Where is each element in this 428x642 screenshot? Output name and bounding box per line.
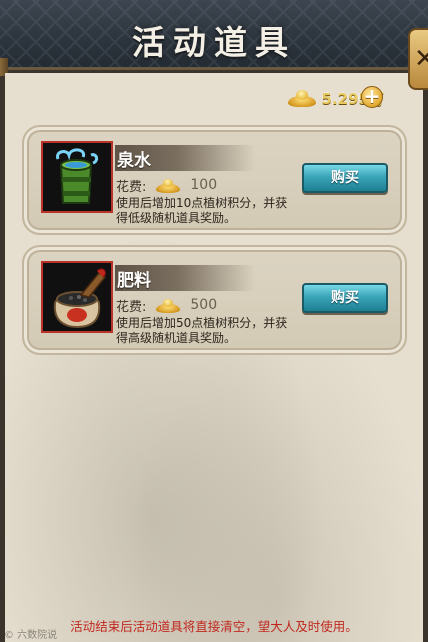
gold-ingot-icon: [156, 178, 181, 193]
cost-label: 花费:: [116, 179, 147, 195]
item-name: 肥料: [117, 271, 151, 291]
gold-ingot-icon: [156, 298, 181, 313]
item-card-spring-water: 泉水 花费: 100 使用后增加10点植树积分，并获得低级随机道具奖励。 购买: [22, 125, 407, 235]
item-name: 泉水: [117, 151, 151, 171]
item-card-fertilizer: 肥料 花费: 500 使用后增加50点植树积分，并获得高级随机道具奖励。 购买: [22, 245, 407, 355]
buy-button[interactable]: 购买: [302, 163, 388, 193]
gold-ingot-icon: [287, 89, 316, 107]
buy-button[interactable]: 购买: [302, 283, 388, 313]
fertilizer-sack-icon: [41, 261, 113, 333]
bamboo-water-bucket-icon: [41, 141, 113, 213]
title-bar: 活动道具: [0, 0, 428, 70]
cost-row: 花费: 500: [116, 295, 217, 315]
watermark: © 六数院说: [4, 630, 58, 641]
item-description: 使用后增加50点植树积分，并获得高级随机道具奖励。: [116, 316, 288, 345]
add-currency-button[interactable]: +: [361, 86, 383, 108]
game-window: 活动道具 5.295万 + 泉水 花费: 100 使用后增加10点植树积分，并获…: [0, 0, 428, 642]
cost-label: 花费:: [116, 299, 147, 315]
close-button[interactable]: ✕: [408, 28, 428, 90]
page-title: 活动道具: [132, 23, 296, 62]
cost-row: 花费: 100: [116, 175, 217, 195]
cost-value: 500: [190, 297, 218, 313]
item-description: 使用后增加10点植树积分，并获得低级随机道具奖励。: [116, 196, 288, 225]
cost-value: 100: [190, 177, 218, 193]
expiry-notice: 活动结束后活动道具将直接清空，望大人及时使用。: [70, 619, 358, 634]
